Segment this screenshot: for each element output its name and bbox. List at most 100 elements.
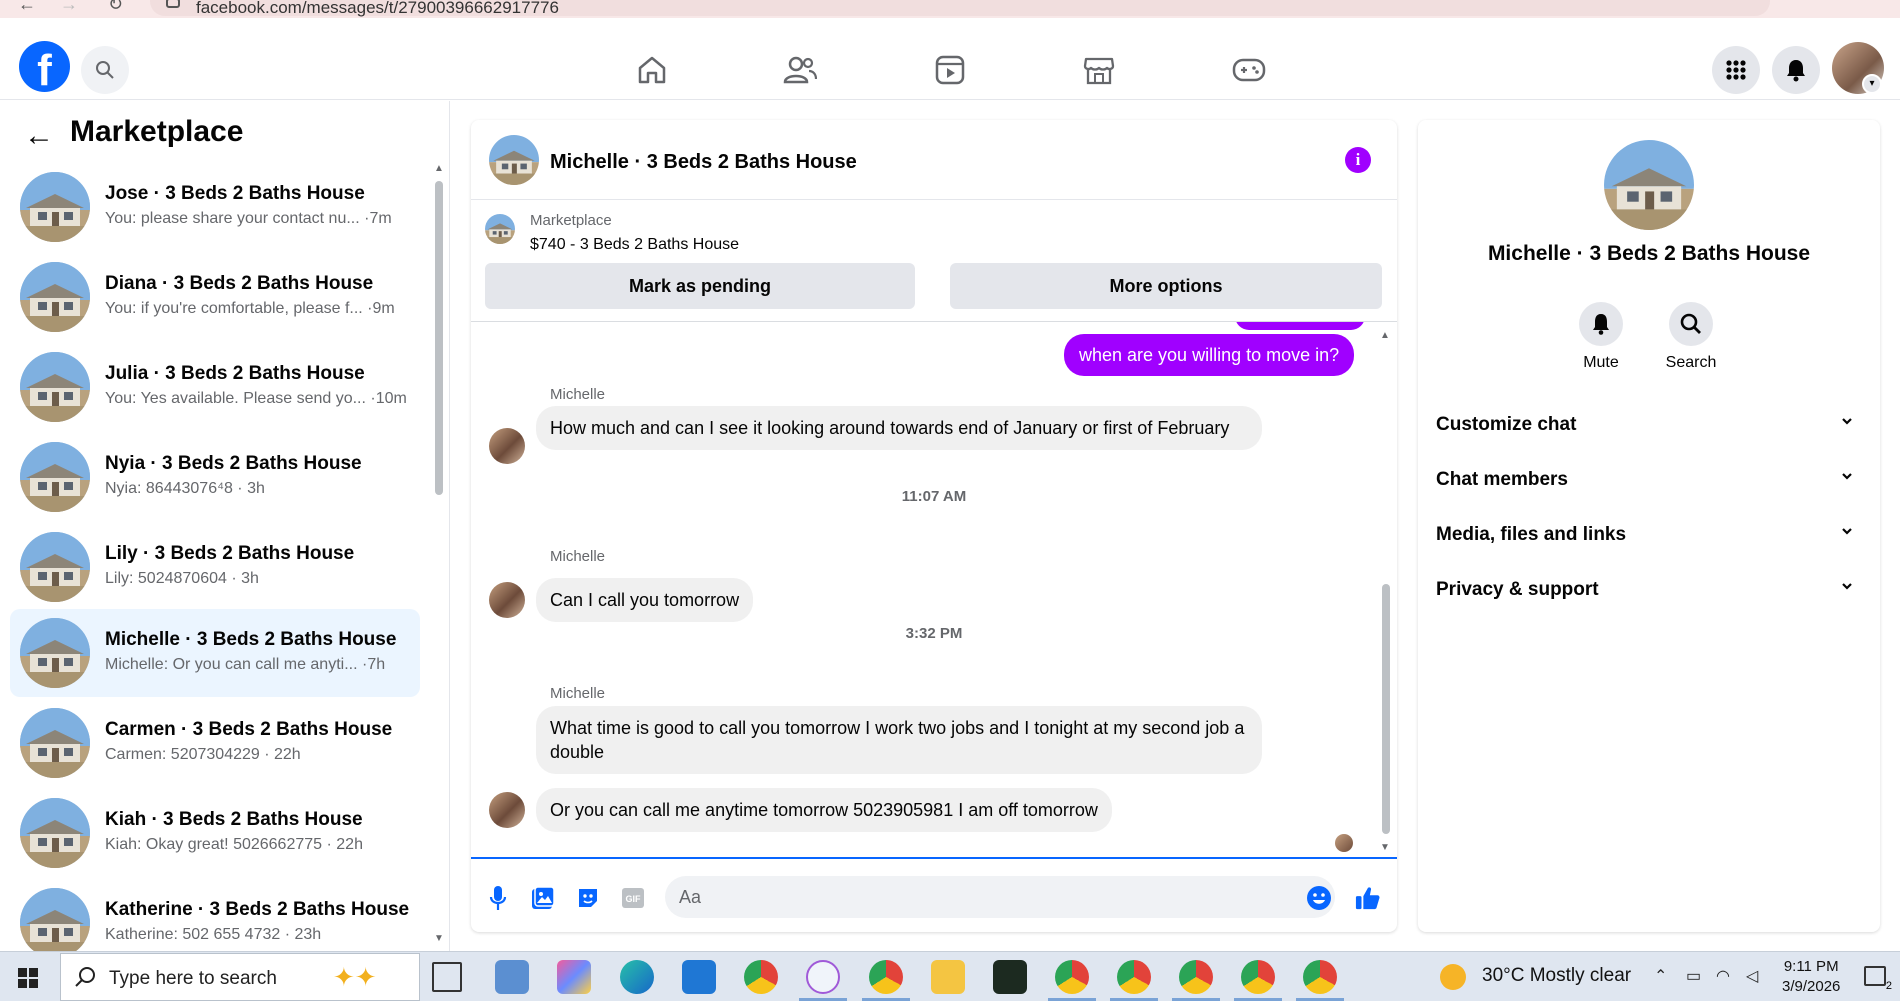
taskbar-search-box[interactable]: Type here to search ✦✦ (60, 953, 420, 1001)
mute-button[interactable]: Mute (1561, 302, 1641, 372)
scroll-up-arrow-icon[interactable]: ▲ (434, 163, 444, 174)
info-avatar[interactable] (1604, 140, 1694, 230)
message-input[interactable] (665, 876, 1335, 918)
chrome-profile-app-icon[interactable] (1179, 960, 1213, 994)
site-settings-icon[interactable] (166, 0, 180, 8)
sender-avatar[interactable] (489, 792, 525, 828)
edge-app-icon[interactable] (620, 960, 654, 994)
search-in-chat-button[interactable]: Search (1651, 302, 1731, 372)
chat-title[interactable]: Michelle · 3 Beds 2 Baths House (550, 151, 857, 174)
incoming-message[interactable]: Can I call you tomorrow (536, 578, 754, 622)
show-hidden-icons-chevron-icon[interactable]: ⌃ (1654, 966, 1667, 986)
friends-nav[interactable] (778, 48, 822, 92)
menu-button[interactable] (1712, 46, 1760, 94)
gaming-nav[interactable] (1227, 48, 1271, 92)
facebook-logo[interactable]: f (19, 41, 70, 92)
chrome-profile-app-icon[interactable] (1241, 960, 1275, 994)
listing-thumbnail (20, 618, 90, 688)
back-icon[interactable]: ← (18, 0, 36, 15)
incoming-message[interactable]: How much and can I see it looking around… (536, 406, 1262, 450)
taskbar-search-placeholder: Type here to search (109, 968, 277, 989)
windows-start-icon[interactable] (18, 968, 38, 988)
scroll-down-arrow-icon[interactable]: ▼ (434, 933, 444, 944)
listing-thumbnail[interactable] (485, 214, 515, 244)
privacy-support-section[interactable]: Privacy & support (1428, 567, 1868, 611)
conversation-item[interactable]: Kiah · 3 Beds 2 Baths House Kiah: Okay g… (10, 789, 420, 877)
message-scrollbar[interactable] (1382, 584, 1390, 834)
section-label: Customize chat (1436, 414, 1577, 435)
conversation-item[interactable]: Lily · 3 Beds 2 Baths House Lily: 502487… (10, 523, 420, 611)
media-files-links-section[interactable]: Media, files and links (1428, 512, 1868, 556)
chrome-profile-app-icon[interactable] (1055, 960, 1089, 994)
incoming-message[interactable]: Or you can call me anytime tomorrow 5023… (536, 788, 1112, 832)
forward-icon[interactable]: → (60, 0, 78, 15)
outgoing-message[interactable]: when are you willing to move in? (1064, 334, 1355, 376)
conversation-name: Kiah · 3 Beds 2 Baths House (105, 809, 363, 830)
volume-muted-icon[interactable]: ◁ (1746, 966, 1758, 986)
conversation-item[interactable]: Katherine · 3 Beds 2 Baths House Katheri… (10, 879, 420, 951)
sticker-icon[interactable] (575, 885, 601, 911)
listing-price-title[interactable]: $740 - 3 Beds 2 Baths House (530, 236, 739, 254)
conversation-item[interactable]: Diana · 3 Beds 2 Baths House You: if you… (10, 253, 420, 341)
chrome-profile-app-icon[interactable] (1117, 960, 1151, 994)
clock[interactable]: 9:11 PM 3/9/2026 (1782, 957, 1840, 997)
scroll-up-arrow-icon[interactable]: ▲ (1380, 330, 1390, 341)
notifications-button[interactable] (1772, 46, 1820, 94)
info-icon[interactable]: i (1345, 147, 1371, 173)
mark-as-pending-button[interactable]: Mark as pending (485, 263, 915, 309)
sidebar-scrollbar[interactable] (435, 181, 443, 495)
weather-moon-icon[interactable] (1440, 964, 1466, 990)
back-arrow-icon[interactable]: ← (24, 121, 54, 151)
notifications-icon (1787, 60, 1805, 82)
sender-name: Michelle (550, 386, 606, 403)
copilot-app-icon[interactable] (557, 960, 591, 994)
search-label: Search (1665, 354, 1717, 371)
video-nav[interactable] (928, 48, 972, 92)
conversation-item[interactable]: Jose · 3 Beds 2 Baths House You: please … (10, 163, 420, 251)
notification-center-icon[interactable]: 2 (1864, 966, 1892, 992)
chrome-app-icon[interactable] (744, 960, 778, 994)
conversation-preview: Katherine: 502 655 4732 · 23h (105, 926, 322, 943)
photo-icon[interactable] (530, 885, 556, 911)
section-label: Chat members (1436, 469, 1568, 490)
conversation-item[interactable]: Julia · 3 Beds 2 Baths House You: Yes av… (10, 343, 420, 431)
customize-chat-section[interactable]: Customize chat (1428, 402, 1868, 446)
chrome-profile-app-icon[interactable] (1303, 960, 1337, 994)
sticky-notes-app-icon[interactable] (993, 960, 1027, 994)
conversation-item[interactable]: Carmen · 3 Beds 2 Baths House Carmen: 52… (10, 699, 420, 787)
emoji-icon[interactable] (1306, 885, 1332, 911)
gif-icon[interactable]: GIF (620, 885, 646, 911)
sender-avatar[interactable] (489, 582, 525, 618)
listing-thumbnail (20, 442, 90, 512)
weather-text[interactable]: 30°C Mostly clear (1482, 965, 1631, 987)
meet-now-icon[interactable]: ▭ (1686, 966, 1701, 986)
more-options-button[interactable]: More options (950, 263, 1382, 309)
incoming-message[interactable]: What time is good to call you tomorrow I… (536, 706, 1262, 774)
search-button[interactable] (81, 46, 129, 94)
like-thumbs-up-icon[interactable] (1355, 885, 1381, 911)
chrome-profile-app-icon[interactable] (869, 960, 903, 994)
chat-members-section[interactable]: Chat members (1428, 457, 1868, 501)
video-icon (935, 55, 965, 85)
file-explorer-app-icon[interactable] (495, 960, 529, 994)
sender-avatar[interactable] (489, 428, 525, 464)
scroll-down-arrow-icon[interactable]: ▼ (1380, 842, 1390, 853)
conversation-item[interactable]: Nyia · 3 Beds 2 Baths House Nyia: 864430… (10, 433, 420, 521)
voice-clip-icon[interactable] (485, 885, 511, 911)
snipping-tool-app-icon[interactable] (806, 960, 840, 994)
folder-app-icon[interactable] (931, 960, 965, 994)
listing-thumbnail (20, 532, 90, 602)
conversation-item-active[interactable]: Michelle · 3 Beds 2 Baths House Michelle… (10, 609, 420, 697)
home-nav[interactable] (630, 48, 674, 92)
outlook-app-icon[interactable] (682, 960, 716, 994)
wifi-icon[interactable]: ◠ (1716, 966, 1730, 986)
chat-avatar[interactable] (489, 135, 539, 185)
reload-icon[interactable]: ↻ (108, 0, 123, 15)
task-view-icon[interactable] (432, 962, 462, 992)
conversation-preview: You: please share your contact nu... ·7m (105, 210, 392, 227)
message-composer: GIF (471, 857, 1397, 932)
marketplace-nav[interactable] (1077, 48, 1121, 92)
conversation-preview: Lily: 5024870604 · 3h (105, 570, 259, 587)
address-bar[interactable]: facebook.com/messages/t/2790039666291777… (150, 0, 1770, 17)
account-chevron-icon[interactable]: ▾ (1862, 74, 1882, 94)
